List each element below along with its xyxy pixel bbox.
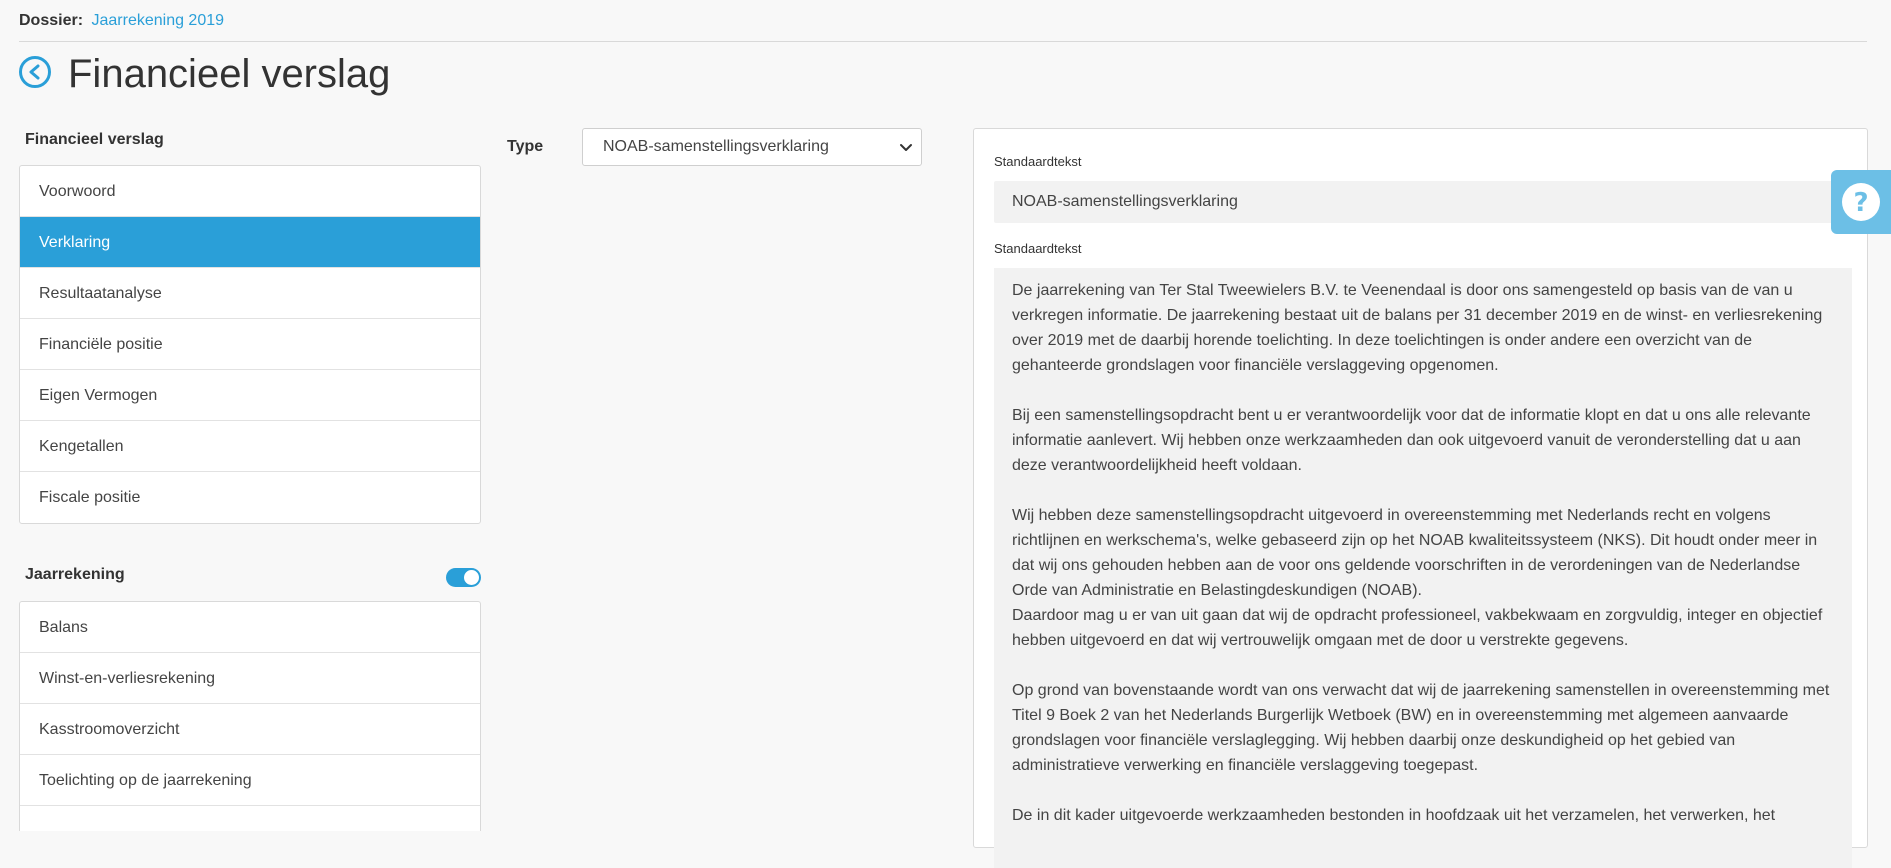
chevron-left-icon <box>29 64 40 80</box>
text-paragraph: Op grond van bovenstaande wordt van ons … <box>1012 682 1830 774</box>
toggle-knob <box>464 570 479 585</box>
type-label: Type <box>507 138 544 155</box>
sidebar-item-winst-en-verliesrekening[interactable]: Winst-en-verliesrekening <box>20 653 480 704</box>
sidebar-item-verklaring[interactable]: Verklaring <box>20 217 480 268</box>
header-divider <box>19 41 1867 42</box>
sidebar-item-voorwoord[interactable]: Voorwoord <box>20 166 480 217</box>
financieel-verslag-list: Voorwoord Verklaring Resultaatanalyse Fi… <box>19 165 481 524</box>
sidebar-item-balans[interactable]: Balans <box>20 602 480 653</box>
sidebar-item-eigen-vermogen[interactable]: Eigen Vermogen <box>20 370 480 421</box>
page-title: Financieel verslag <box>68 52 391 96</box>
breadcrumb: Dossier: Jaarrekening 2019 <box>19 12 224 30</box>
jaarrekening-list: Balans Winst-en-verliesrekening Kasstroo… <box>19 601 481 831</box>
text-paragraph: De jaarrekening van Ter Stal Tweewielers… <box>1012 282 1823 374</box>
breadcrumb-label: Dossier: <box>19 12 84 29</box>
sidebar-item-kasstroomoverzicht[interactable]: Kasstroomoverzicht <box>20 704 480 755</box>
svg-text:?: ? <box>1853 188 1868 218</box>
section-title-financieel-verslag: Financieel verslag <box>25 131 164 148</box>
text-paragraph: Daardoor mag u er van uit gaan dat wij d… <box>1012 607 1823 649</box>
type-select[interactable]: NOAB-samenstellingsverklaring <box>582 128 922 166</box>
sidebar-item-financiele-positie[interactable]: Financiële positie <box>20 319 480 370</box>
question-circle-icon: ? <box>1842 183 1880 221</box>
text-paragraph: Bij een samenstellingsopdracht bent u er… <box>1012 407 1811 474</box>
sidebar-item-toelichting[interactable]: Toelichting op de jaarrekening <box>20 755 480 806</box>
back-button[interactable] <box>19 56 51 88</box>
standaardtekst-label-1: Standaardtekst <box>994 154 1082 169</box>
sidebar-item-fiscale-positie[interactable]: Fiscale positie <box>20 472 480 523</box>
text-paragraph: Wij hebben deze samenstellingsopdracht u… <box>1012 507 1818 599</box>
standaardtekst-textarea[interactable]: De jaarrekening van Ter Stal Tweewielers… <box>994 268 1852 868</box>
breadcrumb-dossier-link[interactable]: Jaarrekening 2019 <box>91 12 224 29</box>
standaardtekst-label-2: Standaardtekst <box>994 241 1082 256</box>
sidebar-item-kengetallen[interactable]: Kengetallen <box>20 421 480 472</box>
chevron-down-icon <box>900 144 912 151</box>
standaardtekst-panel: Standaardtekst NOAB-samenstellingsverkla… <box>973 128 1868 868</box>
text-paragraph: De in dit kader uitgevoerde werkzaamhede… <box>1012 807 1776 824</box>
section-title-jaarrekening: Jaarrekening <box>25 566 125 583</box>
type-select-value: NOAB-samenstellingsverklaring <box>603 138 829 155</box>
standaardtekst-select[interactable]: NOAB-samenstellingsverklaring <box>994 181 1852 223</box>
sidebar-item-resultaatanalyse[interactable]: Resultaatanalyse <box>20 268 480 319</box>
jaarrekening-toggle[interactable] <box>446 568 481 587</box>
help-button[interactable]: ? <box>1831 170 1891 234</box>
